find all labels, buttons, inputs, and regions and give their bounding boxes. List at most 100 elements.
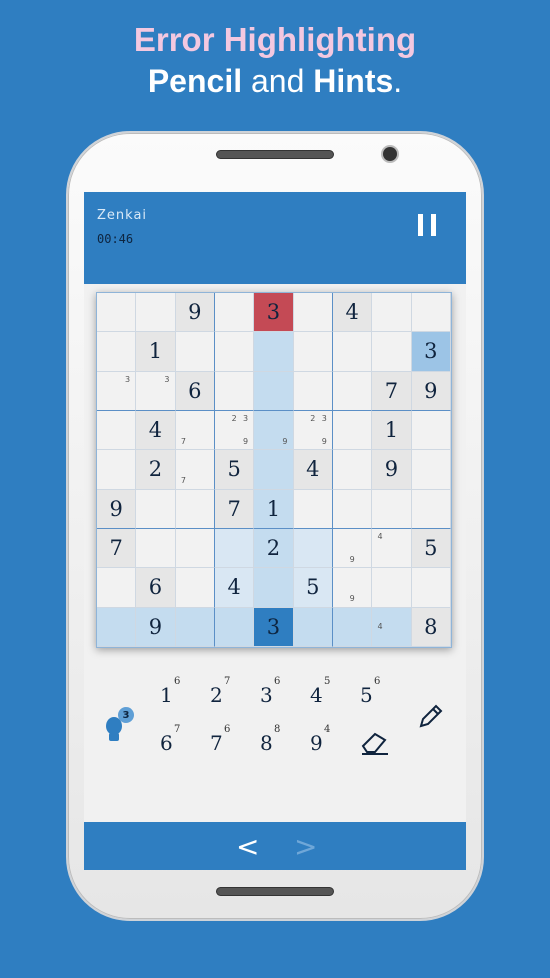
board-cell[interactable]: [293, 528, 333, 569]
board-cell[interactable]: 6: [175, 371, 215, 411]
board-cell[interactable]: 3: [136, 371, 176, 411]
keypad-digit-6[interactable]: 67: [154, 719, 194, 759]
board-cell[interactable]: [254, 371, 294, 411]
board-cell[interactable]: [411, 410, 451, 451]
board-cell[interactable]: [254, 568, 294, 608]
board-cell[interactable]: [411, 293, 451, 333]
board-cell[interactable]: [136, 489, 176, 529]
board-cell[interactable]: 3: [254, 293, 294, 333]
keypad-digit-5[interactable]: 56: [354, 671, 394, 711]
hint-button[interactable]: 3: [104, 707, 134, 747]
board-cell[interactable]: [136, 528, 176, 569]
board-cell[interactable]: 3: [411, 332, 451, 372]
board-cell[interactable]: 5: [411, 528, 451, 569]
board-cell[interactable]: 9: [175, 293, 215, 333]
board-cell[interactable]: 5: [214, 450, 255, 490]
redo-button[interactable]: >: [294, 830, 317, 863]
board-cell[interactable]: 2: [254, 528, 294, 569]
board-cell[interactable]: [372, 293, 412, 333]
board-cell[interactable]: [254, 450, 294, 490]
board-cell[interactable]: 6: [136, 568, 176, 608]
board-cell[interactable]: [411, 450, 451, 490]
board-cell[interactable]: 5: [293, 568, 333, 608]
keypad-digit-3[interactable]: 36: [254, 671, 294, 711]
board-cell[interactable]: [214, 371, 255, 411]
pencil-mark: [386, 554, 397, 565]
board-cell[interactable]: 7: [175, 450, 215, 490]
keypad-digit-9[interactable]: 94: [304, 719, 344, 759]
board-cell[interactable]: [293, 489, 333, 529]
pencil-button[interactable]: [416, 703, 444, 731]
undo-button[interactable]: <: [236, 830, 259, 863]
board-cell[interactable]: 4: [214, 568, 255, 608]
board-cell[interactable]: 7: [214, 489, 255, 529]
keypad-digit-1[interactable]: 16: [154, 671, 194, 711]
board-cell[interactable]: [254, 332, 294, 372]
eraser-button[interactable]: [359, 726, 391, 756]
board-cell[interactable]: [332, 410, 373, 451]
board-cell[interactable]: [332, 371, 373, 411]
board-cell[interactable]: 7: [175, 410, 215, 451]
pencil-mark: [110, 397, 121, 408]
board-cell[interactable]: 7: [97, 528, 137, 569]
board-cell[interactable]: 7: [372, 371, 412, 411]
board-cell[interactable]: [214, 332, 255, 372]
board-cell[interactable]: [175, 489, 215, 529]
board-cell[interactable]: 4: [293, 450, 333, 490]
board-cell[interactable]: 1: [372, 410, 412, 451]
board-cell[interactable]: [175, 607, 215, 647]
board-cell[interactable]: [332, 607, 373, 647]
board-cell[interactable]: 4: [372, 607, 412, 647]
board-cell[interactable]: [293, 371, 333, 411]
board-cell[interactable]: 1: [254, 489, 294, 529]
board-cell[interactable]: [175, 528, 215, 569]
board-cell[interactable]: [175, 568, 215, 608]
board-cell[interactable]: [214, 528, 255, 569]
board-cell[interactable]: 23 9: [214, 410, 255, 451]
board-cell[interactable]: 9: [372, 450, 412, 490]
board-cell[interactable]: 23 9: [293, 410, 333, 451]
board-cell[interactable]: [175, 332, 215, 372]
board-cell[interactable]: [332, 332, 373, 372]
keypad-digit-7[interactable]: 76: [204, 719, 244, 759]
board-cell[interactable]: [97, 607, 137, 647]
board-cell[interactable]: [411, 568, 451, 608]
board-cell[interactable]: 9: [332, 528, 373, 569]
board-cell[interactable]: 8: [411, 607, 451, 647]
keypad-digit-2[interactable]: 27: [204, 671, 244, 711]
pencil-mark: [279, 424, 290, 435]
board-cell[interactable]: [136, 293, 176, 333]
board-cell[interactable]: 9: [136, 607, 176, 647]
board-cell[interactable]: [214, 293, 255, 333]
pause-button[interactable]: [418, 214, 436, 236]
board-cell[interactable]: 3: [97, 371, 137, 411]
board-cell[interactable]: [411, 489, 451, 529]
board-cell[interactable]: [97, 450, 137, 490]
board-cell[interactable]: 2: [136, 450, 176, 490]
board-cell[interactable]: 9: [332, 568, 373, 608]
board-cell[interactable]: [332, 489, 373, 529]
board-cell[interactable]: 4: [136, 410, 176, 451]
board-cell[interactable]: [372, 489, 412, 529]
board-cell[interactable]: 9: [254, 410, 294, 451]
board-cell[interactable]: [293, 607, 333, 647]
board-cell[interactable]: [97, 332, 137, 372]
board-cell[interactable]: [97, 293, 137, 333]
board-cell[interactable]: 3: [254, 607, 294, 647]
board-cell[interactable]: 4: [372, 528, 412, 569]
board-cell[interactable]: [293, 332, 333, 372]
board-cell[interactable]: [214, 607, 255, 647]
board-cell[interactable]: [97, 410, 137, 451]
board-cell[interactable]: [372, 332, 412, 372]
board-cell[interactable]: [97, 568, 137, 608]
board-cell[interactable]: [332, 450, 373, 490]
pause-icon-bar-right: [431, 214, 436, 236]
board-cell[interactable]: [372, 568, 412, 608]
keypad-digit-4[interactable]: 45: [304, 671, 344, 711]
board-cell[interactable]: 4: [332, 293, 373, 333]
board-cell[interactable]: 9: [411, 371, 451, 411]
keypad-digit-8[interactable]: 88: [254, 719, 294, 759]
board-cell[interactable]: 9: [97, 489, 137, 529]
board-cell[interactable]: 1: [136, 332, 176, 372]
board-cell[interactable]: [293, 293, 333, 333]
